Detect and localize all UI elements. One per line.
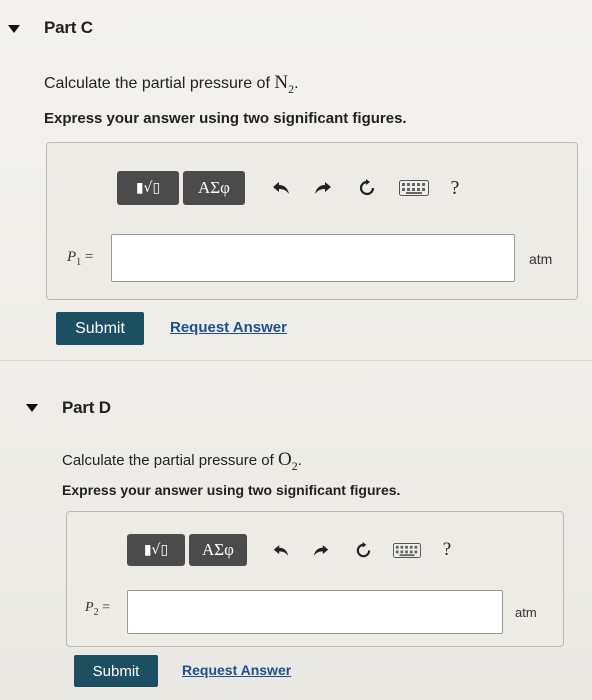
part-d-title: Part D (62, 398, 111, 417)
reset-icon[interactable] (353, 174, 381, 202)
part-d-math-toolbar: ▮√▯ ΑΣφ ? (127, 534, 461, 566)
part-d-answer-panel: ▮√▯ ΑΣφ ? P2 = atm (66, 511, 564, 647)
part-c-title: Part C (44, 18, 93, 37)
part-c-prompt-text: Calculate the partial pressure of (44, 75, 275, 92)
part-d-collapse-caret-icon[interactable] (26, 404, 38, 412)
part-d-answer-input[interactable] (127, 590, 503, 634)
undo-icon[interactable] (267, 174, 295, 202)
part-d-variable-label: P2 = (85, 600, 110, 618)
part-c-answer-panel: ▮√▯ ΑΣφ ? P1 = atm (46, 142, 578, 300)
part-d-instruction: Express your answer using two significan… (62, 482, 401, 498)
section-divider (0, 360, 592, 361)
reset-icon[interactable] (349, 536, 377, 564)
part-d-request-answer-link[interactable]: Request Answer (182, 662, 291, 678)
help-icon[interactable]: ? (441, 174, 469, 202)
part-c-variable-label: P1 = (67, 249, 94, 268)
keyboard-icon[interactable] (391, 536, 423, 564)
keyboard-icon[interactable] (397, 174, 431, 202)
greek-symbols-button[interactable]: ΑΣφ (183, 171, 245, 205)
part-c-chem-formula: N2 (274, 72, 295, 96)
redo-icon[interactable] (309, 174, 337, 202)
templates-button[interactable]: ▮√▯ (127, 534, 185, 566)
help-icon[interactable]: ? (433, 536, 461, 564)
part-d-unit-label: atm (515, 605, 537, 620)
part-c-prompt: Calculate the partial pressure of N2. (44, 72, 299, 96)
part-d-submit-button[interactable]: Submit (74, 655, 158, 687)
templates-button[interactable]: ▮√▯ (117, 171, 179, 205)
redo-icon[interactable] (307, 536, 335, 564)
part-c-request-answer-link[interactable]: Request Answer (170, 319, 287, 336)
part-c-answer-input[interactable] (111, 234, 515, 282)
greek-symbols-button[interactable]: ΑΣφ (189, 534, 247, 566)
undo-icon[interactable] (267, 536, 295, 564)
part-d-chem-formula: O2 (277, 449, 298, 473)
part-c-instruction: Express your answer using two significan… (44, 110, 407, 127)
part-c-collapse-caret-icon[interactable] (8, 25, 20, 33)
part-d-prompt: Calculate the partial pressure of O2. (62, 449, 302, 473)
part-c-unit-label: atm (529, 251, 553, 267)
part-c-submit-button[interactable]: Submit (56, 312, 144, 345)
part-c-math-toolbar: ▮√▯ ΑΣφ ? (117, 171, 469, 205)
